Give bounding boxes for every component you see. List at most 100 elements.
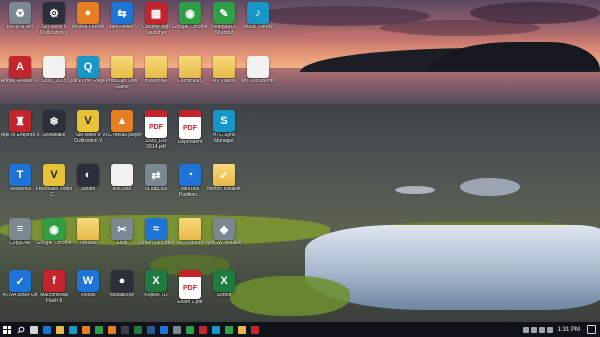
desktop-shortcut[interactable]: ♻ Recycle Bin <box>2 2 38 42</box>
taskbar-app-button[interactable] <box>131 322 144 337</box>
ica-file-icon: ⇄ <box>145 164 167 186</box>
desktop-shortcut[interactable]: V Sid Meier's Civilization V <box>70 110 106 150</box>
desktop-shortcut[interactable]: ⇆ TeamViewer 9 <box>104 2 140 42</box>
chevron-up-icon[interactable] <box>522 326 529 333</box>
taskbar-app-button[interactable] <box>222 322 235 337</box>
taskbar-app-button[interactable] <box>144 322 157 337</box>
desktop-shortcut[interactable]: X Kopies TD <box>138 270 174 310</box>
tide-pool <box>395 186 435 194</box>
taskbar-app-button[interactable] <box>66 322 79 337</box>
desktop-shortcut[interactable]: ◐ Steam <box>70 164 106 204</box>
shortcut-label: Norton Installer <box>207 187 241 192</box>
keyboard-icon[interactable] <box>546 326 553 333</box>
desktop-shortcut[interactable]: ◉ Google Chrome <box>36 218 72 258</box>
desktop-shortcut[interactable]: ≈ Screen Recorder <box>137 218 175 258</box>
desktop-shortcut[interactable]: S HTC Sync Manager <box>206 110 242 150</box>
desktop-shortcut[interactable]: ❄ Snowflake <box>36 110 72 150</box>
taskbar-app-button[interactable] <box>157 322 170 337</box>
search-button[interactable] <box>14 322 27 337</box>
civilization-icon <box>172 325 181 334</box>
recycle-bin-icon: ♻ <box>9 2 31 24</box>
taskbar-app-button[interactable] <box>79 322 92 337</box>
action-center-icon[interactable] <box>587 325 596 334</box>
desktop-shortcut[interactable]: ✎ notepad++ Shortcut <box>206 2 242 42</box>
taskbar-app-button[interactable] <box>183 322 196 337</box>
excel-file-icon: X <box>145 270 167 292</box>
desktop-shortcut[interactable]: ▦ Chrome App Launcher <box>138 2 174 42</box>
desktop-shortcut[interactable]: traverbfile <box>138 56 174 96</box>
folder-icon <box>179 56 201 78</box>
start-button[interactable] <box>0 322 14 337</box>
media-icon <box>250 325 259 334</box>
shortcut-label: My Documents <box>241 79 275 84</box>
word-icon <box>146 325 155 334</box>
desktop-shortcut[interactable]: My Documents <box>240 56 276 96</box>
desktop-shortcut[interactable]: ◆ MinGW Installer <box>206 218 242 258</box>
desktop-shortcut[interactable]: ♜ Age of Empires II <box>1 110 39 150</box>
music-library-icon: ♪ <box>247 2 269 24</box>
desktop-shortcut[interactable]: A Adobe Reader XI <box>1 56 39 96</box>
desktop-shortcut[interactable]: CertificateS <box>172 56 208 96</box>
taskbar-app-button[interactable] <box>248 322 261 337</box>
desktop-shortcut[interactable]: PDF Exam 1.pdf <box>172 270 208 310</box>
taskbar-app-button[interactable] <box>40 322 53 337</box>
desktop-shortcut[interactable]: Scan_2015 <box>36 56 72 96</box>
taskbar-app-button[interactable] <box>92 322 105 337</box>
desktop-shortcut[interactable]: ◉ Google Chrome <box>172 2 208 42</box>
folder-icon <box>77 218 99 240</box>
notepad-plus-plus-icon: ✎ <box>213 2 235 24</box>
vlc-icon <box>107 325 116 334</box>
desktop-shortcut[interactable]: ProtoLab Shell Game <box>104 56 140 96</box>
quicktime-icon: Q <box>77 56 99 78</box>
freemake-icon: V <box>43 164 65 186</box>
snowflake-icon: ❄ <box>43 110 65 132</box>
taskbar-app-button[interactable] <box>196 322 209 337</box>
steam-icon: ◐ <box>77 164 99 186</box>
desktop-shortcut[interactable]: test.blah <box>104 164 140 204</box>
notepad-icon <box>185 325 194 334</box>
taskbar-app-button[interactable] <box>118 322 131 337</box>
file-icon <box>111 164 133 186</box>
taskbar-app-button[interactable] <box>27 322 40 337</box>
desktop-shortcut[interactable]: ▲ VLC media player <box>102 110 142 150</box>
desktop-shortcut[interactable]: T Teleworks <box>2 164 38 204</box>
norton-icon: ✓ <box>213 164 235 186</box>
desktop-shortcut[interactable]: PDF 1099_DIV 2014.pdf <box>138 110 174 150</box>
taskbar-app-button[interactable] <box>235 322 248 337</box>
desktop-shortcut[interactable]: ♪ Music Library <box>240 2 276 42</box>
network-icon[interactable] <box>530 326 537 333</box>
desktop-shortcut[interactable]: W Voobix <box>70 270 106 310</box>
desktop-shortcut[interactable]: My Pictures <box>172 218 208 258</box>
pdf-file-icon: PDF <box>179 270 201 299</box>
copydisk-icon: ≡ <box>9 218 31 240</box>
desktop-shortcut[interactable]: f Macromedia Flash 8 <box>36 270 72 310</box>
desktop-shortcut[interactable]: ✓ ATIVA tunes Up <box>2 270 38 310</box>
desktop-shortcut[interactable]: ● rollbakcore <box>104 270 140 310</box>
desktop-shortcut[interactable]: ⇄ nLdag.ica <box>138 164 174 204</box>
volume-icon[interactable] <box>538 326 545 333</box>
desktop-shortcut[interactable]: PDF Dependent <box>172 110 208 150</box>
teamviewer-icon <box>159 325 168 334</box>
zip-folder-icon <box>145 56 167 78</box>
moss <box>230 276 350 316</box>
clock[interactable]: 1:31 PM <box>558 327 580 333</box>
desktop-shortcut[interactable]: ◔ MiniTool Partition... <box>172 164 208 204</box>
desktop-shortcut[interactable]: ✂ Eklip <box>104 218 140 258</box>
search-icon <box>16 326 24 334</box>
desktop-shortcut[interactable]: X Sorted <box>206 270 242 310</box>
desktop-shortcut[interactable]: ● Mozilla Firefox <box>70 2 106 42</box>
desktop-shortcut[interactable]: My Videos <box>206 56 242 96</box>
desktop-shortcut[interactable]: Tortoise <box>70 218 106 258</box>
desktop-shortcut[interactable]: ✓ Norton Installer <box>206 164 242 204</box>
chrome-icon: ◉ <box>43 218 65 240</box>
taskbar-app-button[interactable] <box>53 322 66 337</box>
acrobat-icon <box>198 325 207 334</box>
flash-icon: f <box>43 270 65 292</box>
taskbar-app-button[interactable] <box>105 322 118 337</box>
taskbar-app-button[interactable] <box>170 322 183 337</box>
desktop-shortcut[interactable]: Q QuickTime Player <box>68 56 108 96</box>
desktop-shortcut[interactable]: ≡ CopyDisk <box>2 218 38 258</box>
desktop-shortcut[interactable]: V Freemake Video C... <box>36 164 72 204</box>
desktop-shortcut[interactable]: ⚙ Sid Meier's Civilization V <box>36 2 72 42</box>
taskbar-app-button[interactable] <box>209 322 222 337</box>
